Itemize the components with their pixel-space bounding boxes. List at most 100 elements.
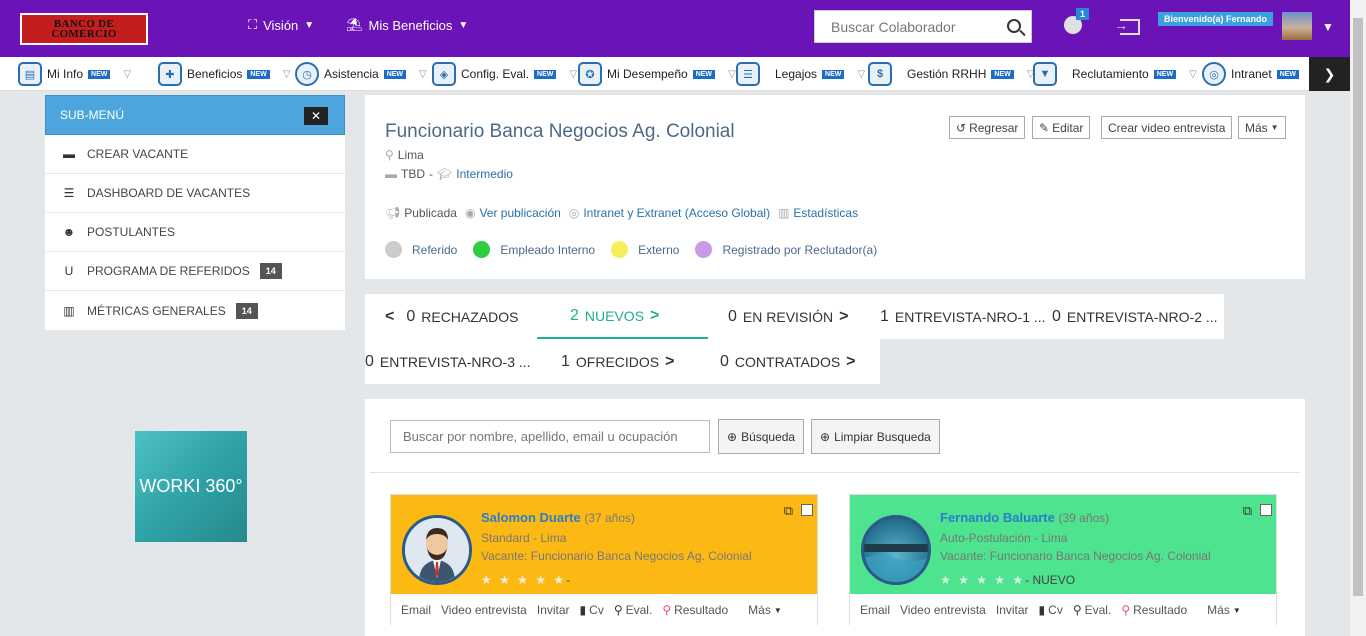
graduation-cap-icon: 🎓︎: [437, 167, 453, 181]
nav-vision[interactable]: ⛶ Visión ▼: [248, 17, 314, 33]
eval-action[interactable]: ⚲ Eval.: [614, 603, 652, 617]
module-beneficios[interactable]: ✚ Beneficios NEW ▽: [158, 60, 290, 88]
search-button[interactable]: ⊕ Búsqueda: [718, 419, 805, 454]
module-legajos[interactable]: ☰ Legajos NEW ▽: [736, 60, 865, 88]
candidate-name[interactable]: Fernando Baluarte (39 años): [940, 510, 1109, 525]
user-menu-chevron-icon[interactable]: ▼: [1322, 20, 1334, 34]
company-logo[interactable]: BANCO DE COMERCIO: [20, 13, 148, 45]
chevron-down-icon[interactable]: ▽: [728, 69, 736, 80]
result-action[interactable]: ⚲ Resultado: [662, 603, 728, 617]
page-scrollbar[interactable]: [1350, 0, 1366, 636]
chevron-right-icon: >: [846, 352, 856, 370]
sub-menu-item-referidos[interactable]: U PROGRAMA DE REFERIDOS 14: [45, 252, 345, 291]
result-action[interactable]: ⚲ Resultado: [1121, 603, 1187, 617]
chevron-down-icon[interactable]: ▽: [1189, 69, 1197, 80]
candidate-name[interactable]: Salomon Duarte (37 años): [481, 510, 635, 525]
chevron-left-icon: <: [385, 307, 395, 325]
statistics-link[interactable]: Estadísticas: [793, 206, 858, 220]
module-gestion-rrhh[interactable]: $ Gestión RRHH NEW ▽: [868, 60, 1034, 88]
collaborator-search: [814, 10, 1032, 43]
module-asistencia[interactable]: ◷ Asistencia NEW ▽: [295, 60, 427, 88]
nav-mis-beneficios[interactable]: ⛱ Mis Beneficios ▼: [346, 17, 468, 33]
candidate-avatar[interactable]: [861, 515, 931, 585]
close-icon[interactable]: ✕: [304, 107, 328, 125]
invite-action[interactable]: Invitar: [996, 603, 1029, 617]
candidate-checkbox[interactable]: [801, 504, 813, 516]
chevron-down-icon[interactable]: ▽: [419, 69, 427, 80]
pencil-icon: ✎: [1039, 120, 1050, 135]
search-icon[interactable]: [1007, 19, 1021, 33]
more-action[interactable]: Más ▼: [1207, 603, 1241, 617]
stage-entrevista-3[interactable]: 0 ENTREVISTA-NRO-3 ...: [365, 339, 537, 384]
video-interview-action[interactable]: Video entrevista: [441, 603, 527, 617]
magnet-icon: U: [64, 264, 74, 278]
sub-menu-header: SUB-MENÚ ✕: [45, 95, 345, 135]
notifications[interactable]: 1: [1064, 8, 1090, 36]
scrollbar-thumb[interactable]: [1353, 18, 1363, 596]
create-video-interview-button[interactable]: Crear video entrevista: [1101, 116, 1233, 139]
email-action[interactable]: Email: [860, 603, 890, 617]
invite-action[interactable]: Invitar: [537, 603, 570, 617]
email-action[interactable]: Email: [401, 603, 431, 617]
logout-icon[interactable]: [1114, 17, 1140, 35]
job-title: Funcionario Banca Negocios Ag. Colonial: [385, 121, 735, 142]
stage-rechazados[interactable]: < 0 RECHAZADOS: [365, 294, 537, 339]
legend-label: Empleado Interno: [500, 242, 596, 257]
stage-entrevista-2[interactable]: 0 ENTREVISTA-NRO-2 ...: [1052, 294, 1224, 339]
external-link-icon[interactable]: ⧉: [784, 503, 793, 519]
eval-action[interactable]: ⚲ Eval.: [1073, 603, 1111, 617]
stage-entrevista-1[interactable]: 1 ENTREVISTA-NRO-1 ...: [880, 294, 1052, 339]
module-reclutamiento[interactable]: ▼ Reclutamiento NEW ▽: [1033, 60, 1197, 88]
chevron-down-icon[interactable]: ▽: [123, 69, 131, 80]
stage-en-revision[interactable]: 0 EN REVISIÓN >: [708, 294, 880, 339]
back-button[interactable]: ↺ Regresar: [949, 116, 1026, 139]
sub-menu-item-label: CREAR VACANTE: [87, 147, 189, 161]
candidate-avatar[interactable]: [402, 515, 472, 585]
stage-nuevos[interactable]: 2 NUEVOS >: [537, 294, 708, 339]
module-mi-desempeno[interactable]: ✪ Mi Desempeño NEW ▽: [578, 60, 736, 88]
module-config-eval[interactable]: ◈ Config. Eval. NEW ▽: [432, 60, 577, 88]
collaborator-search-input[interactable]: [815, 11, 995, 42]
candidate-card[interactable]: Salomon Duarte (37 años) Standard - Lima…: [390, 494, 818, 626]
sub-menu-item-dashboard[interactable]: ☰ DASHBOARD DE VACANTES: [45, 174, 345, 213]
cv-action[interactable]: ▮ Cv: [1039, 603, 1063, 617]
stage-ofrecidos[interactable]: 1 OFRECIDOS >: [537, 339, 708, 384]
cv-action[interactable]: ▮ Cv: [580, 603, 604, 617]
eval-label: Eval.: [1084, 603, 1112, 617]
sub-menu-item-postulantes[interactable]: ☻ POSTULANTES: [45, 213, 345, 252]
clear-search-button[interactable]: ⊕ Limpiar Busqueda: [811, 419, 940, 454]
module-mi-info[interactable]: ▤ Mi Info NEW ▽: [18, 60, 131, 88]
stage-contratados[interactable]: 0 CONTRATADOS >: [708, 339, 880, 384]
candidate-rating[interactable]: ★ ★ ★ ★ ★- NUEVO: [940, 573, 1075, 587]
video-interview-action[interactable]: Video entrevista: [900, 603, 986, 617]
sub-menu-item-metricas[interactable]: ▥ MÉTRICAS GENERALES 14: [45, 291, 345, 331]
expand-icon: ⛶: [248, 17, 258, 32]
chevron-down-icon[interactable]: ▽: [283, 69, 291, 80]
external-link-icon[interactable]: ⧉: [1243, 503, 1252, 519]
candidate-search-input[interactable]: [390, 420, 710, 453]
worki-360-logo[interactable]: WORKI 360°: [135, 431, 247, 542]
candidate-checkbox[interactable]: [1260, 504, 1272, 516]
user-avatar[interactable]: [1282, 12, 1312, 40]
more-action[interactable]: Más ▼: [748, 603, 782, 617]
candidate-vacancy: Vacante: Funcionario Banca Negocios Ag. …: [940, 549, 1211, 563]
candidate-rating[interactable]: ★ ★ ★ ★ ★-: [481, 573, 570, 587]
new-badge: NEW: [822, 69, 845, 79]
sub-menu-item-label: MÉTRICAS GENERALES: [87, 303, 226, 318]
chevron-down-icon[interactable]: ▽: [569, 69, 577, 80]
sub-menu-item-crear-vacante[interactable]: ▬ CREAR VACANTE: [45, 135, 345, 174]
legend-label: Registrado por Reclutador(a): [722, 242, 878, 257]
chevron-down-icon[interactable]: ▽: [857, 69, 865, 80]
module-intranet[interactable]: ◎ Intranet NEW: [1202, 60, 1300, 88]
edit-button[interactable]: ✎ Editar: [1032, 116, 1091, 139]
tie-icon: ▼: [1033, 62, 1057, 86]
cv-label: Cv: [589, 603, 604, 617]
more-button[interactable]: Más ▼: [1238, 116, 1286, 139]
view-publication-link[interactable]: Ver publicación: [479, 206, 560, 220]
star-rating-icons: ★ ★ ★ ★ ★: [481, 573, 567, 587]
candidate-card[interactable]: Fernando Baluarte (39 años) Auto-Postula…: [849, 494, 1277, 626]
cabinet-icon: ☰: [736, 62, 760, 86]
candidate-vacancy: Vacante: Funcionario Banca Negocios Ag. …: [481, 549, 752, 563]
module-next-button[interactable]: ❯: [1309, 57, 1350, 91]
candidate-age: (39 años): [1058, 511, 1110, 525]
